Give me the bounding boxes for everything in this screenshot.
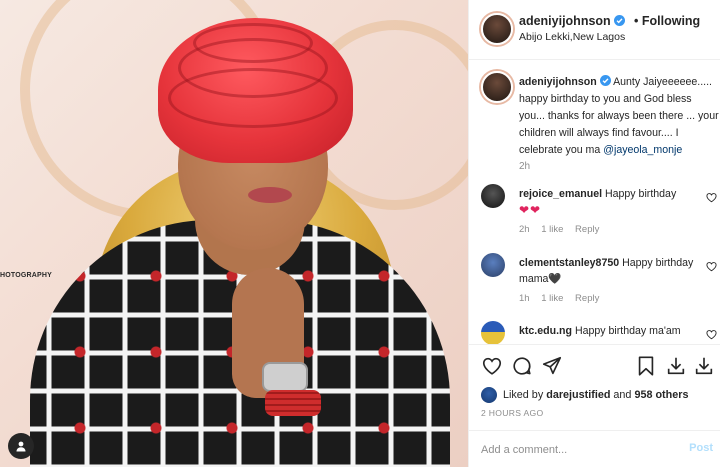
header-separator: • xyxy=(634,14,639,28)
comment-username[interactable]: ktc.edu.ng xyxy=(519,325,572,337)
reply-button[interactable]: Reply xyxy=(575,224,599,235)
comment-composer: Post xyxy=(469,430,720,467)
caption-username[interactable]: adeniyijohnson xyxy=(519,76,597,88)
comment-input[interactable] xyxy=(481,440,671,460)
post-header: adeniyijohnson • Following Abijo Lekki,N… xyxy=(469,0,720,60)
verified-icon xyxy=(599,75,611,86)
header-username[interactable]: adeniyijohnson xyxy=(519,14,611,28)
comment-text: Happy birthday ma'am xyxy=(574,325,681,337)
comment-time[interactable]: 1h xyxy=(519,293,530,304)
heart-icon[interactable] xyxy=(706,192,717,203)
user-tag-button[interactable] xyxy=(8,433,34,459)
reply-button[interactable]: Reply xyxy=(575,293,599,304)
avatar[interactable] xyxy=(481,13,513,45)
comment-icon[interactable] xyxy=(511,355,533,377)
liked-user[interactable]: darejustified xyxy=(546,389,610,401)
post-button[interactable]: Post xyxy=(689,442,713,454)
liked-prefix: Liked by xyxy=(503,389,544,401)
liked-and: and xyxy=(613,389,632,401)
liked-by: Liked by darejustified and 958 others xyxy=(481,385,688,405)
caption-avatar[interactable] xyxy=(481,71,513,103)
post-photo[interactable]: HOTOGRAPHY xyxy=(0,0,468,467)
comment-username[interactable]: rejoice_emanuel xyxy=(519,188,602,200)
liker-avatar[interactable] xyxy=(481,387,497,403)
comment-time[interactable]: 2h xyxy=(519,224,530,235)
comment-likes[interactable]: 1 like xyxy=(541,293,563,304)
caption-timestamp[interactable]: 2h xyxy=(519,161,530,172)
post-actions: Liked by darejustified and 958 others 2 … xyxy=(469,344,720,467)
post-sidebar: adeniyijohnson • Following Abijo Lekki,N… xyxy=(468,0,720,467)
comment-avatar[interactable] xyxy=(481,253,505,277)
comment-avatar[interactable] xyxy=(481,184,505,208)
comment-avatar[interactable] xyxy=(481,321,505,344)
heart-icon[interactable] xyxy=(481,355,503,377)
photo-watermark: HOTOGRAPHY xyxy=(0,272,53,279)
bookmark-icon[interactable] xyxy=(635,355,657,377)
download-icon[interactable] xyxy=(693,355,715,377)
heart-icon[interactable] xyxy=(706,329,717,340)
following-button[interactable]: Following xyxy=(642,14,700,28)
photo-lips xyxy=(248,187,292,203)
comment-likes[interactable]: 1 like xyxy=(541,224,563,235)
verified-icon xyxy=(613,15,625,26)
download-icon[interactable] xyxy=(665,355,687,377)
comment-text: Happy birthday xyxy=(604,188,677,200)
share-icon[interactable] xyxy=(541,355,563,377)
photo-watch xyxy=(262,362,308,392)
photo-bangles xyxy=(265,390,321,416)
photo-headwrap xyxy=(158,18,353,163)
comments-list[interactable]: adeniyijohnson Aunty Jaiyeeeeee..... hap… xyxy=(469,61,720,344)
post-timestamp[interactable]: 2 HOURS AGO xyxy=(481,408,544,418)
caption-mention[interactable]: @jayeola_monje xyxy=(603,144,682,156)
comment-username[interactable]: clementstanley8750 xyxy=(519,257,619,269)
location-link[interactable]: Abijo Lekki,New Lagos xyxy=(519,31,625,43)
comment-emoji: ❤❤ xyxy=(519,203,542,217)
user-tag-icon xyxy=(16,441,26,452)
liked-others[interactable]: 958 others xyxy=(634,389,688,401)
heart-icon[interactable] xyxy=(706,261,717,272)
